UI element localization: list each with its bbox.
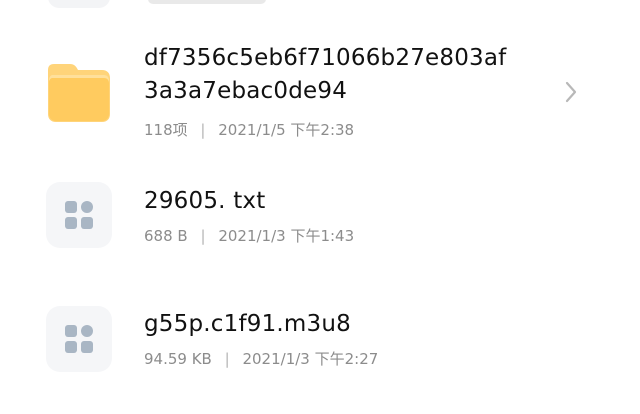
meta-separator: | bbox=[224, 350, 230, 368]
meta-separator: | bbox=[200, 121, 206, 139]
file-meta: 118项 | 2021/1/5 下午2:38 bbox=[144, 120, 354, 140]
chevron-right-icon bbox=[562, 79, 580, 105]
list-item-file[interactable]: 29605. txt 688 B | 2021/1/3 下午1:43 bbox=[0, 172, 640, 264]
file-grid-icon bbox=[46, 306, 112, 372]
file-size: 688 B bbox=[144, 227, 188, 245]
partial-thumbnail bbox=[48, 0, 110, 8]
list-item-file[interactable]: g55p.c1f91.m3u8 94.59 KB | 2021/1/3 下午2:… bbox=[0, 294, 640, 386]
file-grid-icon bbox=[46, 182, 112, 248]
file-name: g55p.c1f91.m3u8 bbox=[144, 311, 351, 337]
partial-text bbox=[148, 0, 266, 4]
item-count: 118项 bbox=[144, 121, 188, 139]
list-item-folder[interactable]: df7356c5eb6f71066b27e803af 3a3a7ebac0de9… bbox=[0, 34, 640, 156]
folder-icon bbox=[46, 58, 112, 124]
partial-list-item bbox=[0, 0, 640, 12]
file-name-line-2: 3a3a7ebac0de94 bbox=[144, 78, 348, 104]
file-name: 29605. txt bbox=[144, 188, 266, 214]
modified-date: 2021/1/3 下午1:43 bbox=[218, 227, 355, 245]
modified-date: 2021/1/5 下午2:38 bbox=[218, 121, 355, 139]
file-meta: 688 B | 2021/1/3 下午1:43 bbox=[144, 226, 354, 246]
meta-separator: | bbox=[200, 227, 206, 245]
file-meta: 94.59 KB | 2021/1/3 下午2:27 bbox=[144, 349, 378, 369]
modified-date: 2021/1/3 下午2:27 bbox=[242, 350, 379, 368]
file-name-line-1: df7356c5eb6f71066b27e803af bbox=[144, 45, 507, 71]
file-size: 94.59 KB bbox=[144, 350, 212, 368]
